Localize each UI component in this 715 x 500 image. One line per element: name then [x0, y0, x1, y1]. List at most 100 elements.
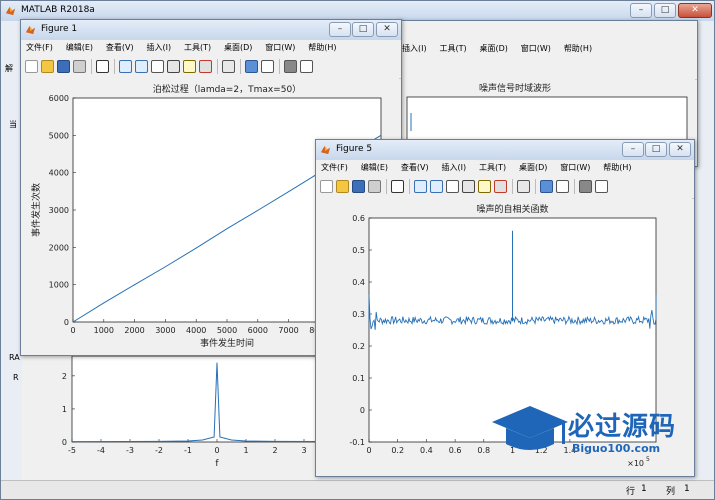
link-plot-icon[interactable]: [517, 180, 530, 193]
figure-1-toolbar: [21, 56, 401, 79]
print-icon[interactable]: [368, 180, 381, 193]
menu-view[interactable]: 查看(V): [396, 160, 434, 173]
rotate-icon[interactable]: [167, 60, 180, 73]
zoom-in-icon[interactable]: [414, 180, 427, 193]
minimize-button[interactable]: –: [329, 22, 351, 37]
menu-file[interactable]: 文件(F): [21, 40, 58, 53]
x-tick-label: -5: [68, 446, 76, 455]
y-tick-label: 0.1: [352, 374, 365, 383]
menu-window[interactable]: 窗口(W): [260, 40, 300, 53]
minimize-button[interactable]: –: [622, 142, 644, 157]
legend-icon[interactable]: [261, 60, 274, 73]
colorbar-icon[interactable]: [245, 60, 258, 73]
menu-insert[interactable]: 插入(I): [141, 40, 176, 53]
menu-help[interactable]: 帮助(H): [303, 40, 341, 53]
close-button[interactable]: ✕: [669, 142, 691, 157]
menu-desktop[interactable]: 桌面(D): [219, 40, 257, 53]
menu-tools[interactable]: 工具(T): [474, 160, 511, 173]
data-cursor-icon[interactable]: [183, 60, 196, 73]
figure-1-title-bar[interactable]: Figure 1 – □ ✕: [21, 20, 401, 40]
menu-edit[interactable]: 编辑(E): [356, 160, 393, 173]
y-tick-label: 0: [64, 318, 69, 327]
menu-help[interactable]: 帮助(H): [598, 160, 636, 173]
menu-insert[interactable]: 插入(I): [436, 160, 471, 173]
col-value: 1: [684, 484, 690, 494]
toolbar-separator: [574, 179, 575, 194]
chart-title: 噪声信号时域波形: [479, 82, 551, 94]
matlab-logo-icon: [5, 6, 16, 16]
x-tick-label: -2: [155, 446, 163, 455]
menu-tools[interactable]: 工具(T): [434, 41, 471, 54]
menu-desktop[interactable]: 桌面(D): [475, 41, 513, 54]
y-tick-label: 4000: [49, 169, 69, 178]
maximize-button[interactable]: □: [654, 3, 676, 18]
zoom-out-icon[interactable]: [430, 180, 443, 193]
x-tick-label: 2: [272, 446, 277, 455]
x-tick-label: 0: [70, 326, 75, 335]
x-axis-label: f: [215, 459, 219, 469]
pointer-icon[interactable]: [96, 60, 109, 73]
open-folder-icon[interactable]: [41, 60, 54, 73]
print-icon[interactable]: [73, 60, 86, 73]
toolbar-separator: [91, 59, 92, 74]
save-icon[interactable]: [57, 60, 70, 73]
menu-view[interactable]: 查看(V): [101, 40, 139, 53]
menu-tools[interactable]: 工具(T): [179, 40, 216, 53]
maximize-button[interactable]: □: [645, 142, 667, 157]
y-tick-label: 3000: [49, 206, 69, 215]
open-folder-icon[interactable]: [336, 180, 349, 193]
figure-5-toolbar: [316, 176, 694, 199]
menu-edit[interactable]: 编辑(E): [61, 40, 98, 53]
y-tick-label: 6000: [49, 94, 69, 103]
close-button[interactable]: ✕: [678, 3, 712, 18]
new-file-icon[interactable]: [25, 60, 38, 73]
brush-icon[interactable]: [199, 60, 212, 73]
menu-help[interactable]: 帮助(H): [559, 41, 597, 54]
pan-icon[interactable]: [446, 180, 459, 193]
show-plot-tools-icon[interactable]: [300, 60, 313, 73]
pointer-icon[interactable]: [391, 180, 404, 193]
save-icon[interactable]: [352, 180, 365, 193]
x-axis-label: 事件发生时间: [200, 337, 254, 349]
zoom-out-icon[interactable]: [135, 60, 148, 73]
menu-insert[interactable]: 插入(I): [397, 41, 432, 54]
x-tick-label: 5000: [217, 326, 237, 335]
x-tick-label: -1: [184, 446, 192, 455]
rotate-icon[interactable]: [462, 180, 475, 193]
maximize-button[interactable]: □: [352, 22, 374, 37]
row-label: 行: [626, 487, 636, 497]
y-tick-label: 2: [62, 372, 67, 381]
pan-icon[interactable]: [151, 60, 164, 73]
toolbar-separator: [279, 59, 280, 74]
x-tick-label: 0.2: [391, 446, 404, 455]
brush-icon[interactable]: [494, 180, 507, 193]
spectrum-plot: -5 -4 -3 -2 -1 0 1 2 3 0 1 2 f: [62, 355, 363, 469]
x-tick-label: 7000: [278, 326, 298, 335]
matlab-logo-icon: [320, 145, 331, 155]
figure-5-title: Figure 5: [336, 144, 373, 154]
show-plot-tools-icon[interactable]: [595, 180, 608, 193]
colorbar-icon[interactable]: [540, 180, 553, 193]
menu-window[interactable]: 窗口(W): [555, 160, 595, 173]
zoom-in-icon[interactable]: [119, 60, 132, 73]
hide-plot-tools-icon[interactable]: [284, 60, 297, 73]
data-cursor-icon[interactable]: [478, 180, 491, 193]
matlab-title-bar[interactable]: MATLAB R2018a – □ ✕: [1, 1, 714, 21]
close-button[interactable]: ✕: [376, 22, 398, 37]
figure-5-title-bar[interactable]: Figure 5 – □ ✕: [316, 140, 694, 160]
side-label-3: RA: [9, 353, 20, 362]
menu-file[interactable]: 文件(F): [316, 160, 353, 173]
hide-plot-tools-icon[interactable]: [579, 180, 592, 193]
menu-window[interactable]: 窗口(W): [516, 41, 556, 54]
link-plot-icon[interactable]: [222, 60, 235, 73]
minimize-button[interactable]: –: [630, 3, 652, 18]
y-tick-label: 2000: [49, 243, 69, 252]
y-tick-label: 1000: [49, 281, 69, 290]
menu-desktop[interactable]: 桌面(D): [514, 160, 552, 173]
legend-icon[interactable]: [556, 180, 569, 193]
y-tick-label: 0.4: [352, 278, 365, 287]
figure-2-toolbar: [397, 57, 697, 80]
side-label-1: 解: [5, 64, 13, 73]
new-file-icon[interactable]: [320, 180, 333, 193]
x-tick-label: 0: [214, 446, 219, 455]
